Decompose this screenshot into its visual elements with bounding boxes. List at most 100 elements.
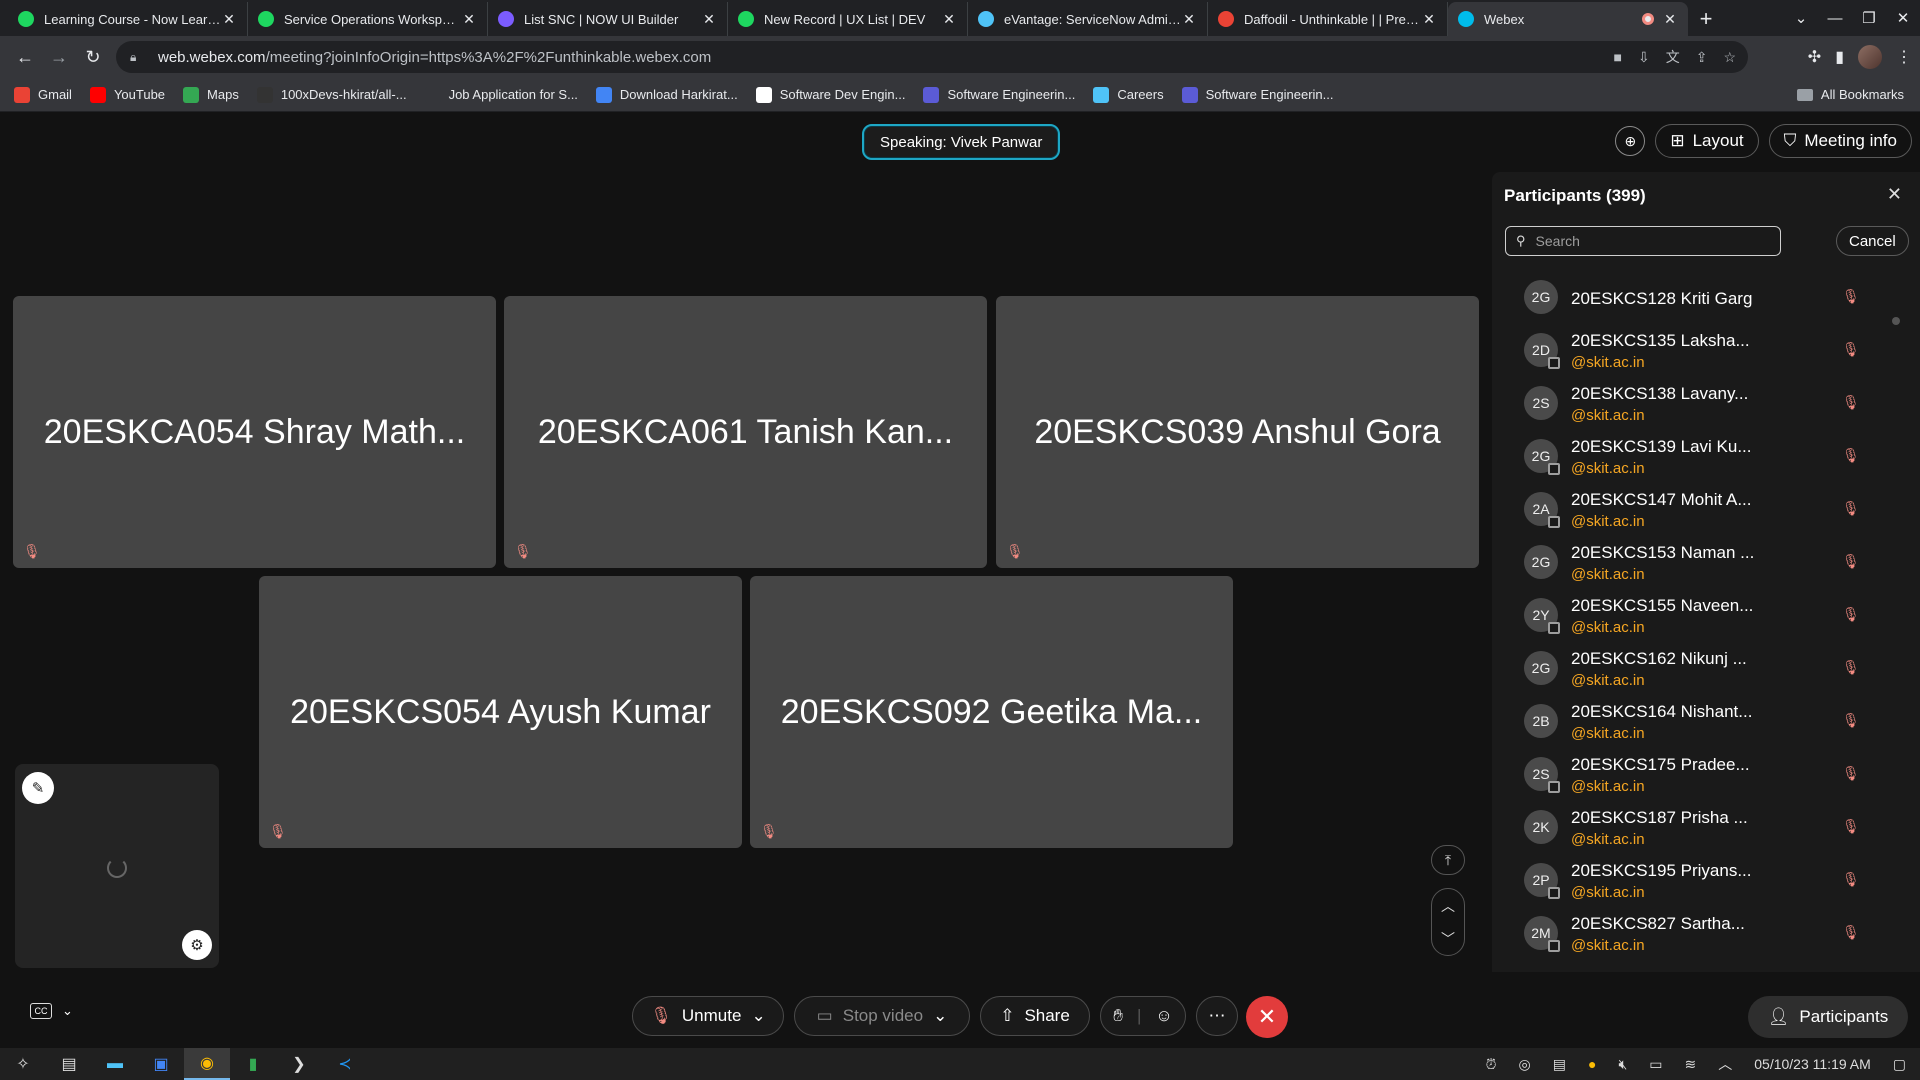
chevron-up-icon[interactable]: ︿ xyxy=(1718,1054,1732,1074)
participants-button[interactable]: 👤︎ Participants xyxy=(1748,996,1908,1038)
participant-row[interactable]: 2D 20ESKCS135 Laksha... @skit.ac.in 🎙︎ xyxy=(1492,323,1920,376)
back-button[interactable]: ← xyxy=(8,40,42,74)
notifications-icon[interactable]: ▢ xyxy=(1893,1056,1906,1073)
participant-row[interactable]: 2K 20ESKCS187 Prisha ... @skit.ac.in 🎙︎ xyxy=(1492,800,1920,853)
more-options-button[interactable]: ⋯ xyxy=(1196,996,1238,1036)
share-button[interactable]: ⇧ Share xyxy=(980,996,1090,1036)
close-icon[interactable]: ✕ xyxy=(1887,184,1902,205)
video-tile[interactable]: 20ESKCS054 Ayush Kumar 🎙︎ xyxy=(259,576,742,848)
participant-row[interactable]: 2S 20ESKCS175 Pradee... @skit.ac.in 🎙︎ xyxy=(1492,747,1920,800)
scroll-to-top-button[interactable]: ⤒ xyxy=(1431,845,1465,875)
video-tile[interactable]: 20ESKCA061 Tanish Kan... 🎙︎ xyxy=(504,296,987,568)
browser-tab[interactable]: Service Operations Workspace ✕ xyxy=(248,2,488,36)
clock[interactable]: 05/10/23 11:19 AM xyxy=(1754,1056,1871,1072)
file-manager-icon[interactable]: ▬ xyxy=(92,1048,138,1080)
camera-in-use-icon[interactable]: ■ xyxy=(1614,49,1622,65)
bookmark-item[interactable]: Software Engineerin... xyxy=(923,86,1075,103)
close-window-button[interactable]: ✕ xyxy=(1886,9,1920,27)
close-tab-icon[interactable]: ✕ xyxy=(1662,11,1678,28)
profile-avatar[interactable] xyxy=(1858,45,1882,69)
close-tab-icon[interactable]: ✕ xyxy=(1181,11,1197,28)
unmute-button[interactable]: 🎙︎ Unmute ⌄ xyxy=(632,996,784,1036)
browser-tab[interactable]: List SNC | NOW UI Builder ✕ xyxy=(488,2,728,36)
volume-muted-icon[interactable]: 🔇︎ xyxy=(1618,1056,1627,1073)
participant-row[interactable]: 2S 20ESKCS138 Lavany... @skit.ac.in 🎙︎ xyxy=(1492,376,1920,429)
participant-row[interactable]: 2B 20ESKCS164 Nishant... @skit.ac.in 🎙︎ xyxy=(1492,694,1920,747)
participant-row[interactable]: 2M 20ESKCS827 Sartha... @skit.ac.in 🎙︎ xyxy=(1492,906,1920,959)
reactions-icon[interactable]: ☺ xyxy=(1155,1006,1172,1026)
clipboard-icon[interactable]: ▤ xyxy=(1553,1056,1566,1073)
share-icon[interactable]: ⇪ xyxy=(1696,49,1708,66)
browser-tab[interactable]: Webex ✕ xyxy=(1448,2,1688,36)
bookmark-item[interactable]: Careers xyxy=(1093,86,1164,103)
unpin-icon[interactable]: ✎ xyxy=(22,772,54,804)
chrome-icon[interactable]: ◉ xyxy=(184,1048,230,1080)
participant-row[interactable]: 2A 20ESKCS147 Mohit A... @skit.ac.in 🎙︎ xyxy=(1492,482,1920,535)
close-tab-icon[interactable]: ✕ xyxy=(701,11,717,28)
participant-row[interactable]: 2G 20ESKCS162 Nikunj ... @skit.ac.in 🎙︎ xyxy=(1492,641,1920,694)
forward-button[interactable]: → xyxy=(42,40,76,74)
chevron-up-icon[interactable]: ︿ xyxy=(1441,896,1455,916)
bookmark-star-icon[interactable]: ☆ xyxy=(1723,49,1736,66)
install-app-icon[interactable]: ⇩ xyxy=(1638,49,1650,66)
browser-tab[interactable]: Daffodil - Unthinkable | | Pre Placement… xyxy=(1208,2,1448,36)
battery-icon[interactable]: ▭ xyxy=(1649,1056,1662,1073)
bookmark-item[interactable]: YouTube xyxy=(89,86,165,103)
bookmark-item[interactable]: Job Application for S... xyxy=(424,86,578,103)
chevron-down-icon[interactable]: ﹀ xyxy=(1441,929,1455,949)
close-tab-icon[interactable]: ✕ xyxy=(941,11,957,28)
new-tab-button[interactable]: + xyxy=(1688,2,1724,36)
store-icon[interactable]: ▣ xyxy=(138,1048,184,1080)
close-tab-icon[interactable]: ✕ xyxy=(221,11,237,28)
tab-search-icon[interactable]: ⌄ xyxy=(1784,9,1818,27)
address-bar[interactable]: 🔒︎ web.webex.com/meeting?joinInfoOrigin=… xyxy=(116,41,1748,73)
chevron-down-icon[interactable]: ⌄ xyxy=(751,1006,765,1026)
stop-video-button[interactable]: ▭ Stop video ⌄ xyxy=(794,996,970,1036)
task-view-icon[interactable]: ▤ xyxy=(46,1048,92,1080)
video-tile[interactable]: 20ESKCA054 Shray Math... 🎙︎ xyxy=(13,296,496,568)
video-tile[interactable]: 20ESKCS039 Anshul Gora 🎙︎ xyxy=(996,296,1479,568)
vscode-icon[interactable]: ≺ xyxy=(322,1048,368,1080)
chrome-menu-icon[interactable]: ⋮ xyxy=(1896,47,1912,67)
update-icon[interactable]: ● xyxy=(1588,1056,1596,1072)
video-tile[interactable]: 20ESKCS092 Geetika Ma... 🎙︎ xyxy=(750,576,1233,848)
start-menu-icon[interactable]: ✧ xyxy=(0,1048,46,1080)
browser-tab[interactable]: eVantage: ServiceNow Administration✕ xyxy=(968,2,1208,36)
participant-row[interactable]: 2G 20ESKCS153 Naman ... @skit.ac.in 🎙︎ xyxy=(1492,535,1920,588)
bookmark-item[interactable]: Gmail xyxy=(14,86,72,103)
wifi-icon[interactable]: ≋ xyxy=(1685,1056,1697,1073)
close-tab-icon[interactable]: ✕ xyxy=(461,11,477,28)
browser-tab[interactable]: Learning Course - Now Learning ✕ xyxy=(8,2,248,36)
reload-button[interactable]: ↻ xyxy=(76,40,110,74)
sheets-icon[interactable]: ▮ xyxy=(230,1048,276,1080)
bookmark-item[interactable]: Software Dev Engin... xyxy=(755,86,905,103)
participant-row[interactable]: 2Y 20ESKCS155 Naveen... @skit.ac.in 🎙︎ xyxy=(1492,588,1920,641)
chevron-down-icon[interactable]: ⌄ xyxy=(933,1006,947,1026)
alarm-icon[interactable]: ⏰︎ xyxy=(1486,1056,1497,1073)
bookmark-item[interactable]: Software Engineerin... xyxy=(1181,86,1334,103)
participant-row[interactable]: 2G 20ESKCS128 Kriti Garg 🎙︎ xyxy=(1492,270,1920,323)
panel-scrollbar[interactable] xyxy=(1892,317,1900,325)
extensions-icon[interactable]: ✣ xyxy=(1808,47,1821,67)
translate-icon[interactable]: 文 xyxy=(1666,47,1680,67)
side-panel-icon[interactable]: ▮ xyxy=(1835,47,1844,67)
all-bookmarks-button[interactable]: All Bookmarks xyxy=(1796,87,1904,102)
raise-hand-icon[interactable]: ✋︎ xyxy=(1113,1006,1123,1026)
leave-meeting-button[interactable]: ✕ xyxy=(1246,996,1288,1038)
meeting-info-button[interactable]: ⛉ Meeting info xyxy=(1768,124,1912,158)
closed-captions-control[interactable]: CC ⌄ xyxy=(30,1003,73,1019)
bookmark-item[interactable]: Download Harkirat... xyxy=(595,86,738,103)
participant-row[interactable]: 2G 20ESKCS139 Lavi Ku... @skit.ac.in 🎙︎ xyxy=(1492,429,1920,482)
terminal-icon[interactable]: ❯ xyxy=(276,1048,322,1080)
cancel-button[interactable]: Cancel xyxy=(1836,226,1909,256)
maximize-button[interactable]: ❐ xyxy=(1852,9,1886,27)
bookmark-item[interactable]: Maps xyxy=(183,86,239,103)
gear-icon[interactable]: ⚙ xyxy=(182,930,212,960)
vpn-icon[interactable]: ◎ xyxy=(1519,1056,1531,1073)
layout-button[interactable]: ⊞ Layout xyxy=(1655,124,1759,158)
close-tab-icon[interactable]: ✕ xyxy=(1421,11,1437,28)
minimize-button[interactable]: — xyxy=(1818,10,1852,27)
bookmark-item[interactable]: 100xDevs-hkirat/all-... xyxy=(256,86,407,103)
participant-search-input[interactable]: ⚲ Search xyxy=(1505,226,1781,256)
zoom-icon[interactable]: ⊕ xyxy=(1615,126,1646,156)
